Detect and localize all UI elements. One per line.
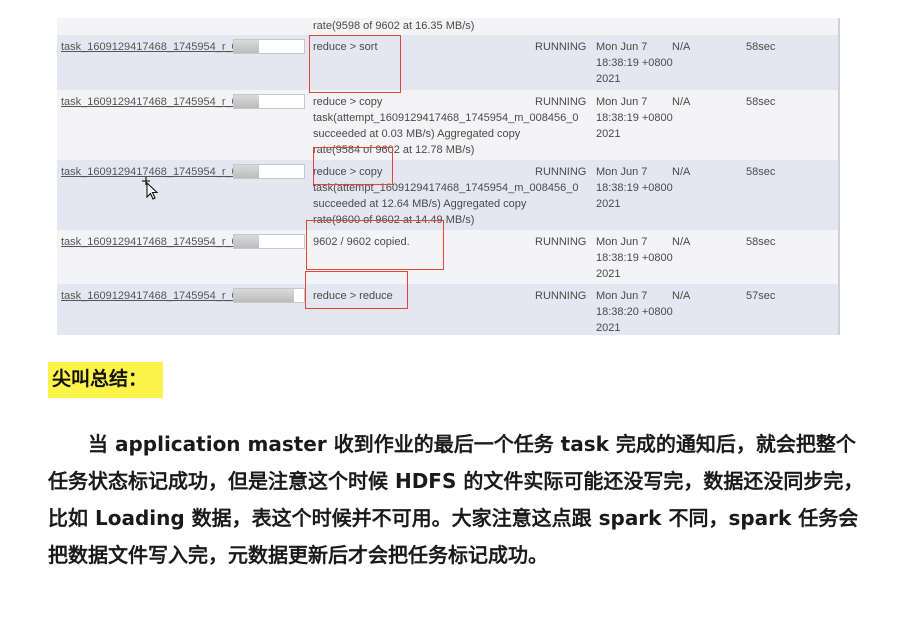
start-time: Mon Jun 7 18:38:19 +0800 2021 [596,164,673,212]
elapsed-time: 58sec [746,236,776,248]
finish-time: N/A [672,236,691,248]
status-line: succeeded at 0.03 MB/s) Aggregated copy [313,128,521,140]
state-text: RUNNING [535,96,587,108]
state-text: RUNNING [535,236,587,248]
highlight-box [309,35,401,93]
state-text: RUNNING [535,41,587,53]
finish-time: N/A [672,96,691,108]
progress-fill [234,165,259,178]
start-time-line: 2021 [596,198,621,210]
start-time-line: Mon Jun 7 [596,166,648,178]
start-time-line: 18:38:19 +0800 [596,182,673,194]
scrollbar-track[interactable] [838,18,840,335]
progress-fill [234,95,259,108]
status-line: succeeded at 12.64 MB/s) Aggregated copy [313,198,527,210]
elapsed-time: 57sec [746,290,776,302]
highlight-box [306,220,444,270]
start-time-line: 2021 [596,128,621,140]
status-text: rate(9598 of 9602 at 16.35 MB/s) [313,20,475,32]
start-time: Mon Jun 7 18:38:19 +0800 2021 [596,234,673,282]
progress-bar [233,39,305,54]
start-time-line: 18:38:19 +0800 [596,112,673,124]
start-time-line: Mon Jun 7 [596,41,648,53]
table-row: task_1609129417468_1745954_r_000040 redu… [57,35,840,90]
elapsed-time: 58sec [746,96,776,108]
elapsed-time: 58sec [746,41,776,53]
start-time-line: 18:38:19 +0800 [596,252,673,264]
finish-time: N/A [672,166,691,178]
tasks-table: rate(9598 of 9602 at 16.35 MB/s) task_16… [57,18,840,335]
table-row: task_1609129417468_1745954_r_000050 redu… [57,160,840,230]
start-time-line: 18:38:19 +0800 [596,57,673,69]
start-time-line: 2021 [596,322,621,334]
finish-time: N/A [672,290,691,302]
table-row: task_1609129417468_1745954_r_000054 9602… [57,230,840,284]
elapsed-time: 58sec [746,166,776,178]
progress-fill [234,235,259,248]
state-text: RUNNING [535,290,587,302]
start-time-line: Mon Jun 7 [596,290,648,302]
note-heading: 尖叫总结： [48,362,163,398]
start-time: Mon Jun 7 18:38:19 +0800 2021 [596,94,673,142]
highlight-box [313,147,393,185]
progress-fill [234,40,259,53]
state-text: RUNNING [535,166,587,178]
start-time: Mon Jun 7 18:38:19 +0800 2021 [596,39,673,87]
progress-bar [233,288,305,303]
note-paragraph: 当 application master 收到作业的最后一个任务 task 完成… [48,426,868,574]
highlight-box [305,271,408,309]
status-line: task(attempt_1609129417468_1745954_m_008… [313,112,579,124]
start-time-line: 18:38:20 +0800 [596,306,673,318]
start-time-line: Mon Jun 7 [596,96,648,108]
table-row: task_1609129417468_1745954_r_000044 redu… [57,90,840,160]
note-text: 当 application master 收到作业的最后一个任务 task 完成… [48,432,864,567]
progress-bar [233,94,305,109]
finish-time: N/A [672,41,691,53]
start-time-line: 2021 [596,73,621,85]
start-time-line: 2021 [596,268,621,280]
cursor-icon [142,177,159,200]
progress-fill [234,289,294,302]
table-row: task_1609129417468_1745954_r_000064 redu… [57,284,840,335]
start-time: Mon Jun 7 18:38:20 +0800 2021 [596,288,673,335]
start-time-line: Mon Jun 7 [596,236,648,248]
progress-bar [233,234,305,249]
progress-bar [233,164,305,179]
